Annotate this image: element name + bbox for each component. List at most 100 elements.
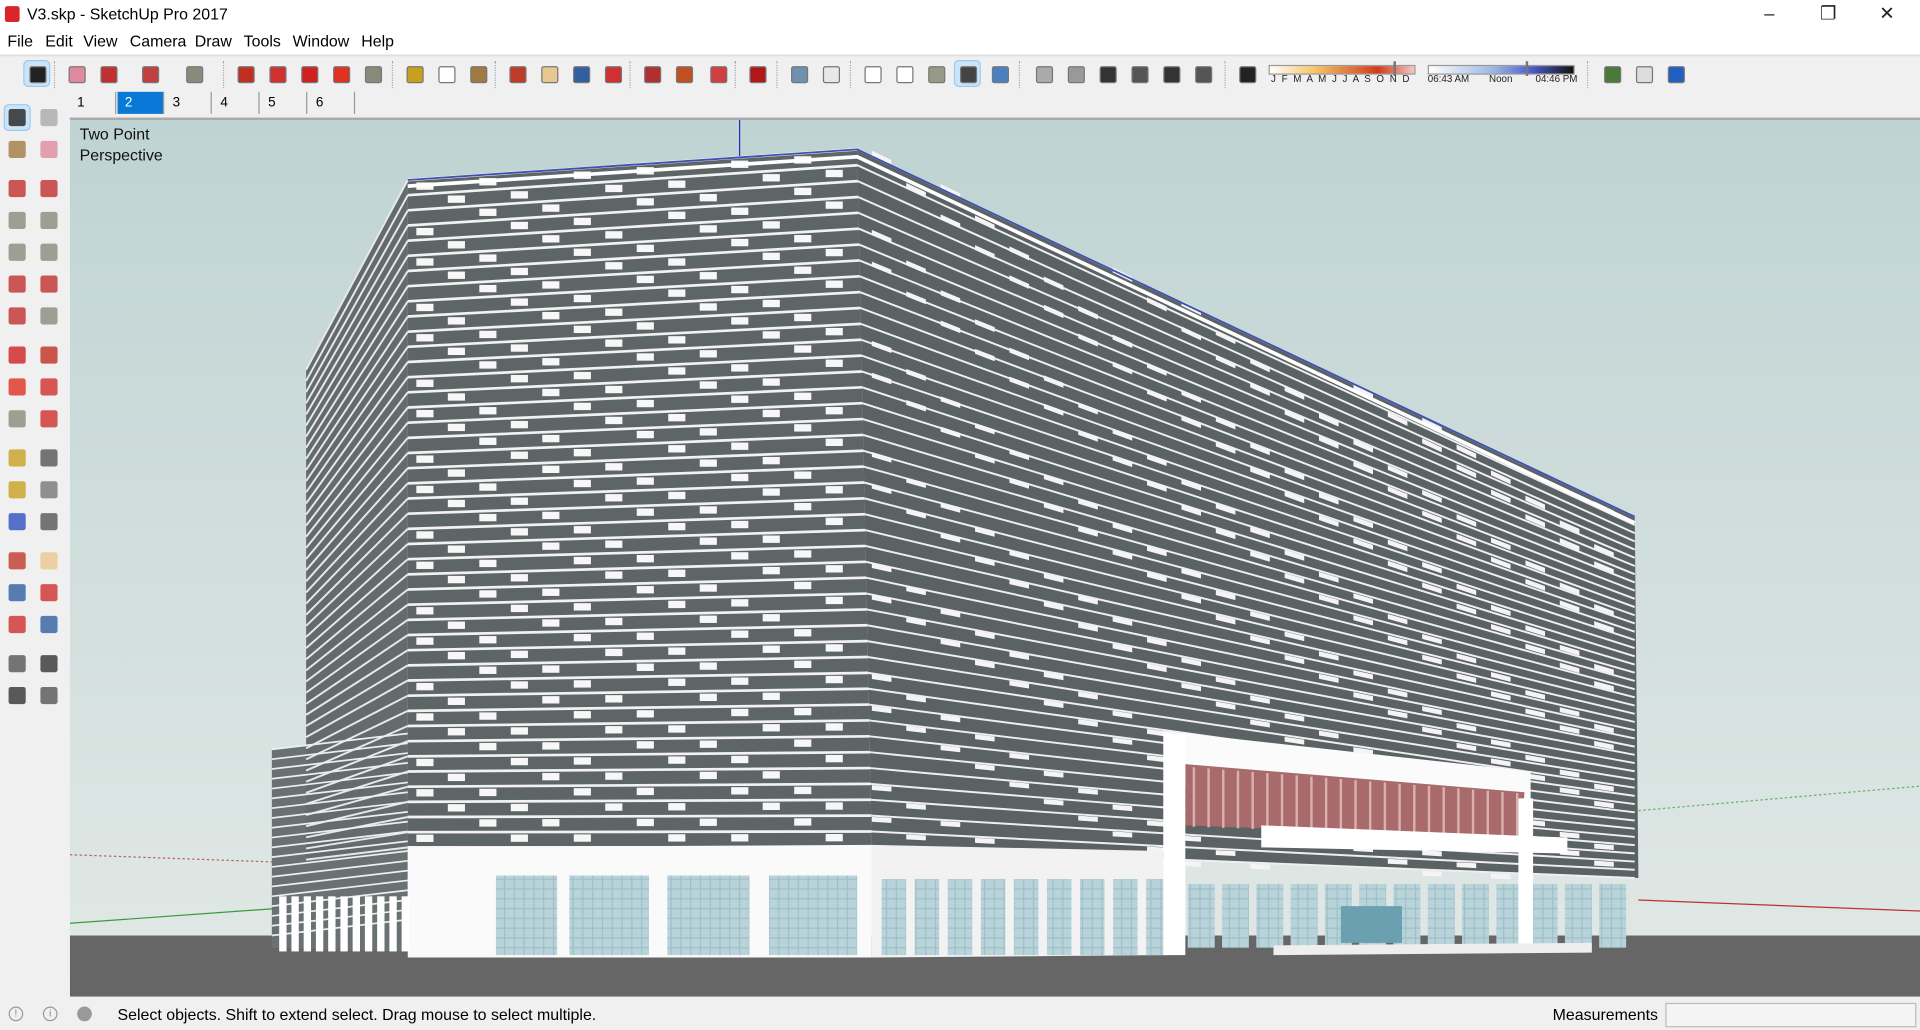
menu-file[interactable]: File — [7, 32, 33, 50]
text-button[interactable] — [433, 61, 457, 85]
tool-dimension[interactable] — [37, 446, 61, 470]
building-model[interactable] — [69, 120, 1920, 997]
scene-tab-5[interactable]: 5 — [260, 91, 308, 114]
front-button[interactable] — [1095, 61, 1119, 85]
monochrome-button[interactable] — [987, 61, 1011, 85]
tool-component[interactable] — [37, 105, 61, 129]
tool-three-point-arc[interactable] — [5, 304, 29, 328]
tool-3d-text[interactable] — [37, 509, 61, 533]
tool-line[interactable] — [5, 176, 29, 200]
tool-freehand[interactable] — [37, 176, 61, 200]
menu-window[interactable]: Window — [293, 32, 350, 50]
tool-paint-bucket[interactable] — [5, 137, 29, 161]
scene-tab-3[interactable]: 3 — [165, 91, 212, 114]
line-button[interactable] — [96, 61, 120, 85]
shadows-button[interactable] — [1234, 61, 1258, 85]
top-button[interactable] — [1063, 61, 1087, 85]
paint-bucket-button[interactable] — [465, 61, 489, 85]
select-button[interactable] — [23, 60, 51, 87]
scene-tab-1[interactable]: 1 — [69, 91, 117, 114]
geolocation-icon[interactable]: ! — [8, 1006, 24, 1022]
tape-measure-button[interactable] — [402, 61, 426, 85]
menu-camera[interactable]: Camera — [130, 32, 187, 50]
add-location-button[interactable] — [1599, 61, 1623, 85]
ruby-button[interactable] — [744, 61, 768, 85]
rotate-button[interactable] — [328, 61, 352, 85]
zoom-button[interactable] — [568, 61, 592, 85]
shaded-button[interactable] — [923, 61, 947, 85]
menu-view[interactable]: View — [83, 32, 117, 50]
back-edges-button[interactable] — [818, 61, 842, 85]
scene-tab-4[interactable]: 4 — [213, 91, 260, 114]
tool-protractor[interactable] — [5, 478, 29, 502]
scene-tab-2[interactable]: 2 — [117, 91, 165, 114]
tool-look-around[interactable] — [37, 651, 61, 675]
layout-button[interactable] — [705, 61, 729, 85]
menu-tools[interactable]: Tools — [244, 32, 281, 50]
close-button[interactable]: ✕ — [1859, 2, 1915, 26]
menu-help[interactable]: Help — [361, 32, 394, 50]
tool-previous[interactable] — [37, 612, 61, 636]
tool-two-point-arc[interactable] — [37, 272, 61, 296]
3d-viewport[interactable]: Two Point Perspective — [69, 117, 1920, 997]
wireframe-button[interactable] — [860, 61, 884, 85]
pan-button[interactable] — [536, 61, 560, 85]
measurements-input[interactable] — [1665, 1002, 1917, 1028]
tool-offset[interactable] — [37, 407, 61, 431]
eraser-button[interactable] — [64, 61, 88, 85]
tool-follow-me[interactable] — [37, 375, 61, 399]
tool-scale[interactable] — [5, 407, 29, 431]
tool-eraser[interactable] — [37, 137, 61, 161]
restore-button[interactable]: ❐ — [1800, 2, 1856, 26]
arc-button[interactable] — [137, 61, 161, 85]
user-icon[interactable] — [77, 1006, 92, 1022]
shaded-textures-button[interactable] — [953, 60, 981, 87]
iso-button[interactable] — [1031, 61, 1055, 85]
tool-circle[interactable] — [5, 240, 29, 264]
move-button[interactable] — [296, 61, 320, 85]
tool-zoom[interactable] — [5, 580, 29, 604]
tool-rectangle[interactable] — [5, 208, 29, 232]
toggle-terrain-button[interactable] — [1631, 61, 1655, 85]
tool-pie[interactable] — [37, 304, 61, 328]
minimize-button[interactable]: – — [1741, 2, 1797, 26]
tool-section-plane[interactable] — [37, 683, 61, 707]
get-photo-texture-button[interactable] — [1663, 61, 1687, 85]
tool-axes[interactable] — [5, 509, 29, 533]
follow-me-button[interactable] — [264, 61, 288, 85]
tool-rotated-rectangle[interactable] — [37, 208, 61, 232]
extension-warehouse-button[interactable] — [671, 61, 695, 85]
tool-walk[interactable] — [5, 683, 29, 707]
tool-tape-measure[interactable] — [5, 446, 29, 470]
hidden-line-button[interactable] — [891, 61, 915, 85]
left-button[interactable] — [1190, 61, 1214, 85]
tool-text[interactable] — [37, 478, 61, 502]
menu-draw[interactable]: Draw — [195, 32, 232, 50]
right-button[interactable] — [1127, 61, 1151, 85]
tool-arc[interactable] — [5, 272, 29, 296]
facade-panel — [1490, 873, 1511, 880]
xray-button[interactable] — [786, 61, 810, 85]
tool-push-pull[interactable] — [37, 343, 61, 367]
tool-position-camera[interactable] — [5, 651, 29, 675]
tool-orbit[interactable] — [5, 549, 29, 573]
tool-polygon[interactable] — [37, 240, 61, 264]
menu-edit[interactable]: Edit — [45, 32, 72, 50]
zoom-extents-button[interactable] — [600, 61, 624, 85]
tool-rotate[interactable] — [5, 375, 29, 399]
tool-move[interactable] — [5, 343, 29, 367]
orbit-button[interactable] — [504, 61, 528, 85]
scene-tab-6[interactable]: 6 — [308, 91, 356, 114]
tool-zoom-extents[interactable] — [5, 612, 29, 636]
credits-icon[interactable]: i — [42, 1006, 58, 1022]
warehouse-button[interactable] — [639, 61, 663, 85]
time-slider-thumb[interactable] — [1525, 61, 1529, 76]
push-pull-button[interactable] — [233, 61, 257, 85]
tool-pan[interactable] — [37, 549, 61, 573]
rectangle-button[interactable] — [181, 61, 205, 85]
tool-zoom-window[interactable] — [37, 580, 61, 604]
facade-panel — [416, 303, 434, 312]
tool-select[interactable] — [3, 104, 31, 132]
scale-button[interactable] — [360, 61, 384, 85]
back-button[interactable] — [1158, 61, 1182, 85]
